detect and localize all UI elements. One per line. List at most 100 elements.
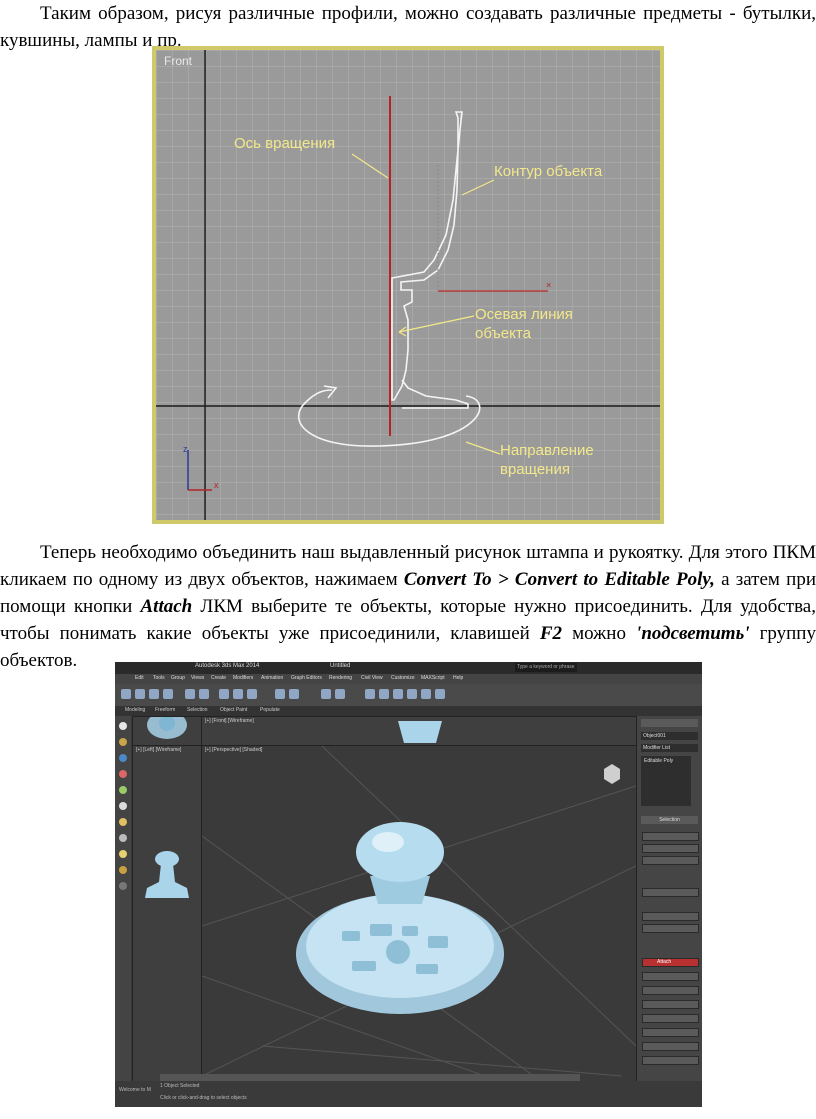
tool-cylinder-icon[interactable] — [119, 754, 127, 762]
tool-shape-icon[interactable] — [119, 786, 127, 794]
status-bar: Welcome to M 1 Object Selected Click or … — [115, 1081, 702, 1107]
front-view-model — [398, 721, 442, 743]
ribbon-tab-modeling[interactable]: Modeling — [125, 707, 145, 713]
tool-box-icon[interactable] — [119, 738, 127, 746]
tool-plane-icon[interactable] — [119, 882, 127, 890]
menu-maxscript[interactable]: MAXScript — [421, 675, 445, 681]
maxscript-listener[interactable]: Welcome to M — [119, 1087, 151, 1093]
move-icon[interactable] — [219, 689, 229, 699]
viewport-perspective[interactable]: [+] [Perspective] [Shaded] — [201, 745, 637, 1083]
schematic-icon[interactable] — [393, 689, 403, 699]
tessellate-button[interactable] — [642, 1028, 699, 1037]
viewport-top-thumb[interactable] — [132, 716, 202, 746]
slice-button[interactable] — [642, 986, 699, 995]
ribbon-tab-object-paint[interactable]: Object Paint — [220, 707, 247, 713]
select-region-icon[interactable] — [199, 689, 209, 699]
command-panel: Object001 Modifier List Editable Poly Se… — [637, 716, 702, 1081]
ribbon-tab-populate[interactable]: Populate — [260, 707, 280, 713]
detach-button[interactable] — [642, 972, 699, 981]
paragraph-intro-text: Таким образом, рисуя различные профили, … — [0, 3, 816, 51]
unlink-icon[interactable] — [163, 689, 173, 699]
layers-icon[interactable] — [365, 689, 375, 699]
menu-group[interactable]: Group — [171, 675, 185, 681]
link-icon[interactable] — [149, 689, 159, 699]
ribbon-tab-selection[interactable]: Selection — [187, 707, 208, 713]
menu-create[interactable]: Create — [211, 675, 226, 681]
border-button[interactable] — [642, 856, 699, 865]
tool-torus-icon[interactable] — [119, 866, 127, 874]
stamp-handle — [356, 822, 444, 882]
select-icon[interactable] — [185, 689, 195, 699]
left-view-model — [145, 851, 189, 898]
viewport-front[interactable]: [+] [Front] [Wireframe] — [201, 716, 637, 746]
window-titlebar: Autodesk 3ds Max 2014 Untitled Type a ke… — [115, 662, 702, 674]
ribbon-tab-freeform[interactable]: Freeform — [155, 707, 175, 713]
menu-edit[interactable]: Edit — [135, 675, 144, 681]
msmooth-button[interactable] — [642, 1014, 699, 1023]
soft-selection-button[interactable] — [642, 912, 699, 921]
menu-bar: Edit Tools Group Views Create Modifiers … — [115, 674, 702, 684]
undo-icon[interactable] — [121, 689, 131, 699]
modifier-list-dropdown[interactable]: Modifier List — [641, 744, 698, 752]
vertex-button[interactable] — [642, 832, 699, 841]
edit-geometry-button[interactable] — [642, 924, 699, 933]
annotation-center-line-2: объекта — [475, 325, 531, 342]
tool-camera-icon[interactable] — [119, 802, 127, 810]
tool-light-icon[interactable] — [119, 770, 127, 778]
align-icon[interactable] — [335, 689, 345, 699]
material-editor-icon[interactable] — [407, 689, 417, 699]
select-by-button[interactable] — [642, 888, 699, 897]
perspective-view-model — [202, 746, 636, 1082]
make-planar-button[interactable] — [642, 1042, 699, 1051]
curve-editor-icon[interactable] — [379, 689, 389, 699]
menu-customize[interactable]: Customize — [391, 675, 415, 681]
object-name-field[interactable]: Object001 — [641, 732, 698, 740]
cut-button[interactable] — [642, 1000, 699, 1009]
main-toolbar — [115, 684, 702, 706]
instr-attach: Attach — [140, 596, 193, 617]
render-icon[interactable] — [435, 689, 445, 699]
command-panel-tabs[interactable] — [641, 719, 698, 727]
timeline-slider[interactable] — [160, 1074, 580, 1081]
menu-tools[interactable]: Tools — [153, 675, 165, 681]
instr-highlight: 'подсветить' — [636, 623, 750, 644]
window-file: Untitled — [330, 663, 351, 669]
annotation-object-contour: Контур объекта — [494, 163, 603, 180]
svg-text:z: z — [183, 444, 188, 454]
redo-icon[interactable] — [135, 689, 145, 699]
menu-graph-editors[interactable]: Graph Editors — [291, 675, 322, 681]
hide-selected-button[interactable] — [642, 1056, 699, 1065]
tool-cone-icon[interactable] — [119, 850, 127, 858]
svg-text:x: x — [214, 480, 219, 490]
selection-rollout[interactable]: Selection — [641, 816, 698, 824]
angle-snap-icon[interactable] — [289, 689, 299, 699]
viewport-left[interactable]: [+] [Left] [Wireframe] — [132, 745, 202, 1083]
status-prompt: Click or click-and-drag to select object… — [160, 1095, 247, 1101]
instr-part4: можно — [562, 623, 637, 644]
rotate-icon[interactable] — [233, 689, 243, 699]
menu-animation[interactable]: Animation — [261, 675, 283, 681]
snap-icon[interactable] — [275, 689, 285, 699]
left-toolbar — [115, 716, 131, 1081]
annotation-direction-2: вращения — [500, 461, 570, 478]
instr-convert-to: Convert To > Convert to Editable Poly, — [403, 569, 715, 590]
menu-help[interactable]: Help — [453, 675, 463, 681]
annotation-center-line-1: Осевая линия — [475, 306, 573, 323]
tool-helper-icon[interactable] — [119, 818, 127, 826]
window-title: Autodesk 3ds Max 2014 — [195, 663, 260, 669]
viewport-label: Front — [164, 54, 193, 68]
menu-modifiers[interactable]: Modifiers — [233, 675, 253, 681]
figure-front-viewport: × z x Front Ось вращения Контур объекта … — [152, 46, 664, 524]
annotation-direction-1: Направление — [500, 442, 594, 459]
mirror-icon[interactable] — [321, 689, 331, 699]
menu-views[interactable]: Views — [191, 675, 204, 681]
search-input[interactable]: Type a keyword or phrase — [515, 663, 577, 672]
menu-civil-view[interactable]: Civil View — [361, 675, 383, 681]
tool-sphere-icon[interactable] — [119, 722, 127, 730]
edge-button[interactable] — [642, 844, 699, 853]
menu-rendering[interactable]: Rendering — [329, 675, 352, 681]
scale-icon[interactable] — [247, 689, 257, 699]
render-setup-icon[interactable] — [421, 689, 431, 699]
tool-system-icon[interactable] — [119, 834, 127, 842]
modifier-stack-item[interactable]: Editable Poly — [644, 758, 673, 764]
